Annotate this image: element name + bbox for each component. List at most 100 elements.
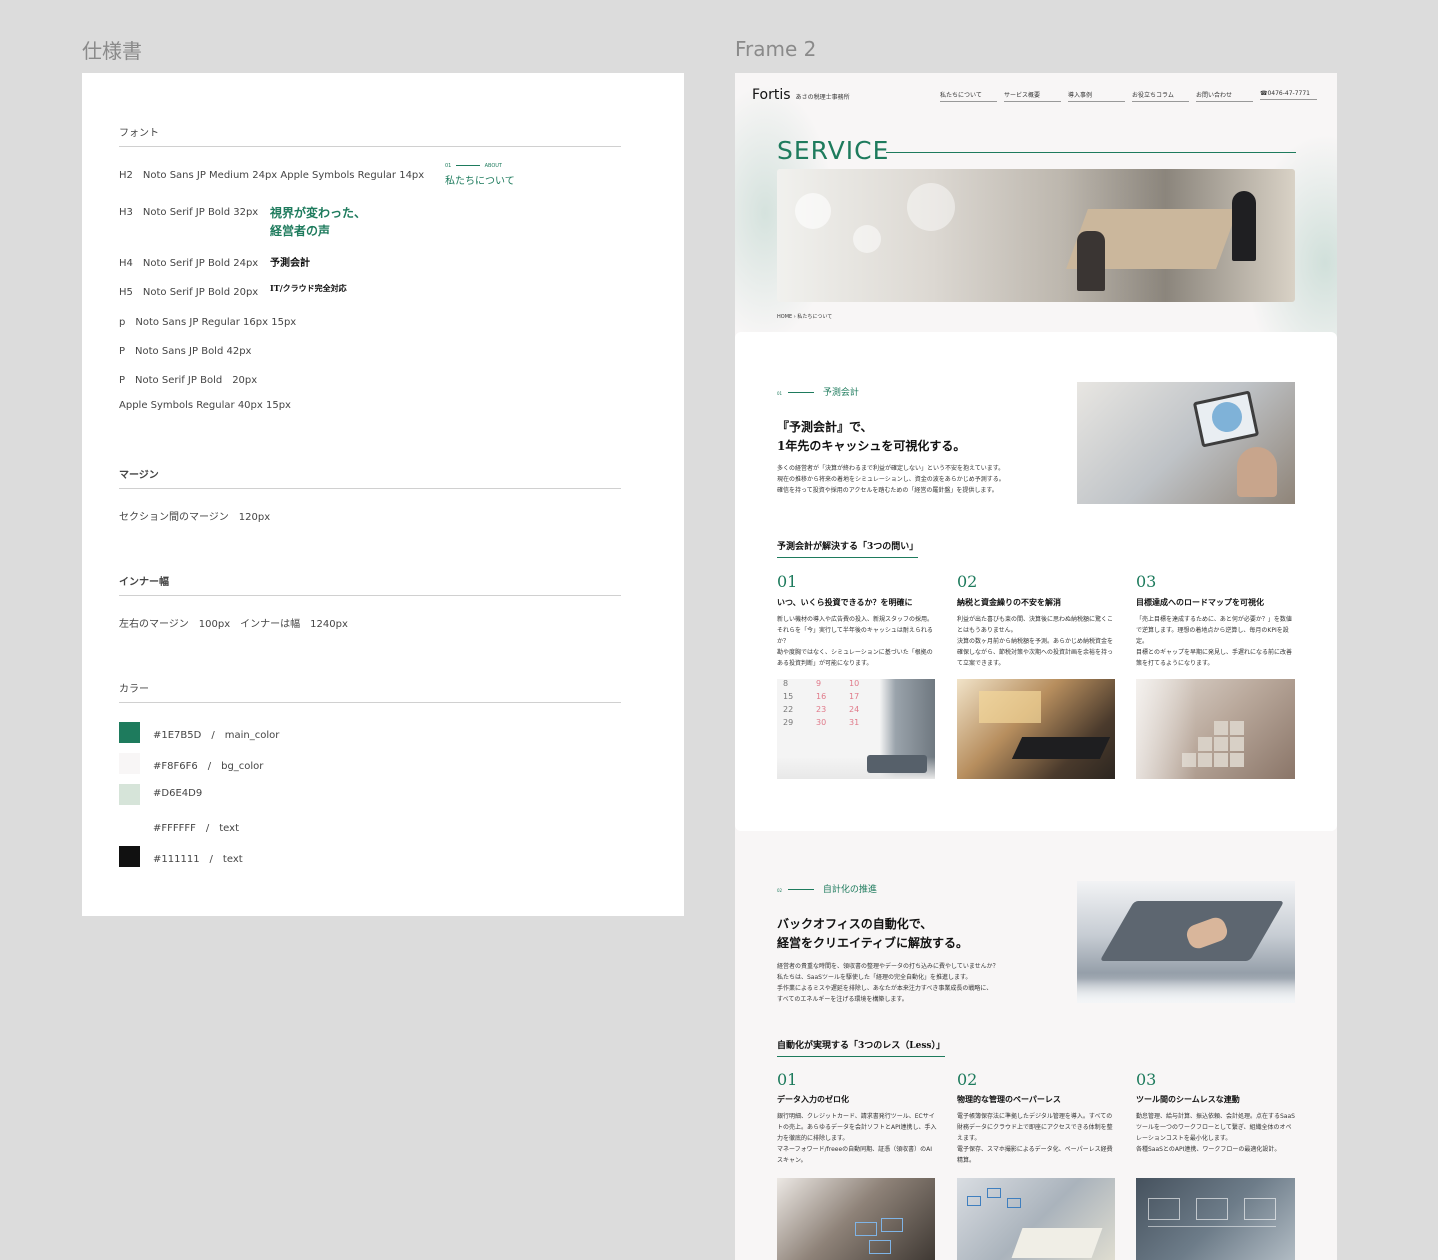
calendar-image: 8 9 10 15 16 17 22 23 24 29 30 31 — [777, 679, 935, 779]
section1-subheading: 予測会計が解決する「3つの問い」 — [777, 539, 919, 558]
nav-item-cases[interactable]: 導入事例 — [1068, 90, 1125, 102]
laptop-image — [957, 679, 1115, 779]
logo-sub: あさの税理士事務所 — [795, 94, 850, 101]
calendar-day: 22 — [783, 705, 794, 714]
phone-number: 0476-47-7771 — [1267, 90, 1310, 97]
color-swatch — [119, 753, 140, 774]
card-body: 「売上目標を達成するために、あと何が必要か？」を数値で逆算します。理想の着地点か… — [1136, 616, 1292, 667]
card-number: 01 — [777, 1070, 798, 1089]
breadcrumb-current: 私たちについて — [797, 314, 833, 320]
card-number: 03 — [1136, 572, 1157, 591]
card-number: 02 — [957, 1070, 978, 1089]
h2-sample-eyebrow: 01 ABOUT — [445, 163, 515, 169]
color-swatch-label: #FFFFFF / text — [153, 823, 239, 834]
calendar-day: 17 — [849, 692, 860, 701]
font-spec-h4: H4 Noto Serif JP Bold 24px — [119, 258, 259, 269]
section1-heading-line1: 『予測会計』で、 — [777, 420, 873, 434]
section1-eyebrow: 01 予測会計 — [777, 385, 859, 398]
card-body: 利益が出た喜びも束の間、決算後に思わぬ納税額に驚くことはもうありません。 決算の… — [957, 616, 1114, 667]
section2-image — [1077, 881, 1295, 1003]
h5-sample: IT/クラウド完全対応 — [270, 283, 347, 293]
font-spec-p1: p Noto Sans JP Regular 16px 15px — [119, 317, 297, 328]
paperless-image — [957, 1178, 1115, 1260]
h3-sample: 視界が変わった、 経営者の声 — [270, 204, 366, 240]
font-heading: フォント — [119, 124, 621, 147]
breadcrumb-home[interactable]: HOME — [777, 314, 792, 320]
inner-text: 左右のマージン 100px インナーは幅 1240px — [119, 619, 348, 630]
card-body: 電子帳簿保存法に準拠したデジタル管理を導入。すべての財務データにクラウド上で即座… — [957, 1113, 1113, 1164]
site-logo[interactable]: Fortis あさの税理士事務所 — [752, 84, 850, 103]
margin-text: セクション間のマージン 120px — [119, 512, 271, 523]
color-swatch-label: #1E7B5D / main_color — [153, 730, 280, 741]
calendar-day: 9 — [816, 679, 822, 688]
font-spec-apple: Apple Symbols Regular 40px 15px — [119, 400, 291, 411]
font-spec-h5: H5 Noto Serif JP Bold 20px — [119, 287, 259, 298]
section1-label: 予測会計 — [822, 388, 859, 398]
spec-sheet: フォント H2 Noto Sans JP Medium 24px Apple S… — [82, 73, 684, 916]
section1-image — [1077, 382, 1295, 504]
section2-heading-line1: バックオフィスの自動化で、 — [777, 917, 933, 931]
h2-sample-num: 01 — [445, 163, 452, 169]
color-swatch-label: #111111 / text — [153, 854, 243, 865]
card-title: 目標達成へのロードマップを可視化 — [1136, 597, 1264, 607]
phone-scan-image — [777, 1178, 935, 1260]
h3-sample-line2: 経営者の声 — [270, 224, 331, 238]
card-title: いつ、いくら投資できるか？を明確に — [777, 597, 913, 607]
section2-heading: バックオフィスの自動化で、 経営をクリエイティブに解放する。 — [777, 915, 968, 953]
card-body: 勤怠管理、給与計算、振込依頼、会計処理。点在するSaaSツールを一つのワークフロ… — [1136, 1113, 1295, 1153]
hero-title-line — [886, 152, 1296, 153]
card-title: データ入力のゼロ化 — [777, 1094, 849, 1104]
section2-eyebrow: 02 自計化の推進 — [777, 882, 877, 895]
font-spec-h2: H2 Noto Sans JP Medium 24px Apple Symbol… — [119, 170, 425, 181]
color-swatch — [119, 722, 140, 743]
hero-title: SERVICE — [777, 136, 890, 165]
h3-sample-line1: 視界が変わった、 — [270, 206, 367, 220]
section1-body: 多くの経営者が「決算が終わるまで利益が確定しない」という不安を抱えています。 現… — [777, 465, 1005, 494]
h2-sample-text: 私たちについて — [445, 176, 515, 187]
card-body: 銀行明細、クレジットカード、請求書発行ツール、ECサイトの売上。あらゆるデータを… — [777, 1113, 937, 1164]
calendar-day: 23 — [816, 705, 827, 714]
calendar-day: 31 — [849, 718, 860, 727]
nav-item-contact[interactable]: お問い合わせ — [1196, 90, 1253, 102]
card-number: 02 — [957, 572, 978, 591]
spec-frame-title: 仕様書 — [82, 39, 142, 63]
frame2-title: Frame 2 — [735, 37, 817, 61]
section1-num: 01 — [777, 391, 783, 396]
calendar-grid: 8 9 10 15 16 17 22 23 24 29 30 31 — [783, 679, 883, 727]
card-title: 物理的な管理のペーパーレス — [957, 1094, 1061, 1104]
color-swatch — [119, 815, 140, 836]
color-swatch-label: #D6E4D9 — [153, 788, 203, 799]
h2-sample-en: ABOUT — [484, 163, 502, 169]
color-swatch — [119, 784, 140, 805]
calendar-day: 30 — [816, 718, 827, 727]
nav-item-service[interactable]: サービス概要 — [1004, 90, 1061, 102]
calendar-day: 16 — [816, 692, 827, 701]
card-number: 03 — [1136, 1070, 1157, 1089]
calendar-day: 29 — [783, 718, 794, 727]
section2-body: 経営者の貴重な時間を、領収書の整理やデータの打ち込みに費やしていませんか？ 私た… — [777, 963, 999, 1003]
font-spec-p2: P Noto Sans JP Bold 42px — [119, 346, 252, 357]
h2-sample: 01 ABOUT 私たちについて — [445, 163, 515, 187]
logo-text: Fortis — [752, 87, 791, 103]
calendar-day: 24 — [849, 705, 860, 714]
breadcrumb: HOME › 私たちについて — [777, 313, 832, 320]
card-title: ツール間のシームレスな連動 — [1136, 1094, 1240, 1104]
calendar-day: 8 — [783, 679, 789, 688]
margin-heading: マージン — [119, 466, 621, 489]
section-forecast: 01 予測会計 『予測会計』で、 1年先のキャッシュを可視化する。 多くの経営者… — [735, 332, 1337, 831]
calendar-day: 15 — [783, 692, 794, 701]
font-spec-p3: P Noto Serif JP Bold 20px — [119, 375, 258, 386]
section2-num: 02 — [777, 888, 783, 893]
h4-sample: 予測会計 — [270, 258, 310, 269]
nav-item-about[interactable]: 私たちについて — [940, 90, 997, 102]
blocks-image — [1136, 679, 1295, 779]
nav-phone[interactable]: ☎0476-47-7771 — [1260, 90, 1317, 100]
nav-item-column[interactable]: お役立ちコラム — [1132, 90, 1189, 102]
workflow-image — [1136, 1178, 1295, 1260]
section1-heading: 『予測会計』で、 1年先のキャッシュを可視化する。 — [777, 418, 965, 456]
calendar-day: 10 — [849, 679, 860, 688]
section1-heading-line2: 1年先のキャッシュを可視化する。 — [777, 439, 966, 453]
color-heading: カラー — [119, 680, 621, 703]
font-spec-h3: H3 Noto Serif JP Bold 32px — [119, 207, 259, 218]
section2-label: 自計化の推進 — [822, 885, 877, 895]
